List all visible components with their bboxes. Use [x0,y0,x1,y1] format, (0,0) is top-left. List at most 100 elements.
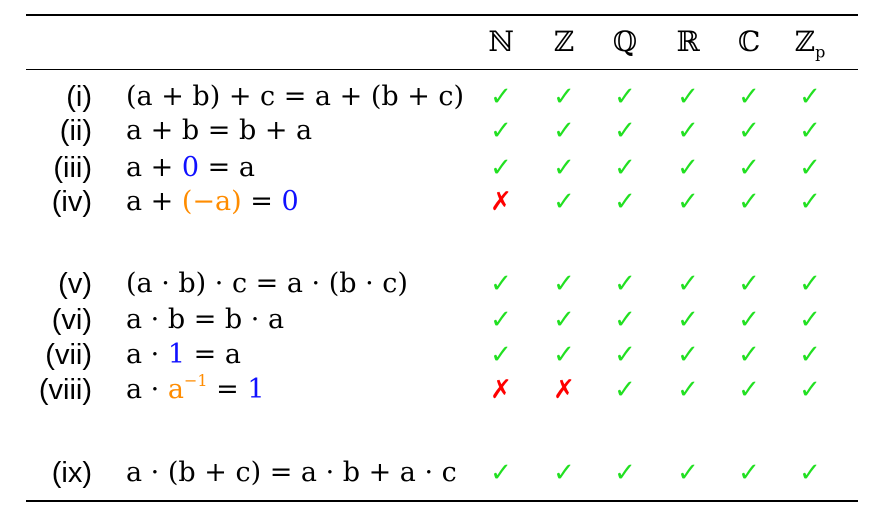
formula-text: a + [126,186,182,217]
formula-segment: a · b = b · a [126,304,284,335]
column-header-symbol: ℕ [488,25,514,58]
check-mark-icon: ✓ [738,340,760,370]
property-label: (vii) [45,339,92,371]
check-mark-icon: ✓ [799,375,821,405]
cross-mark-icon: ✗ [490,375,512,405]
check-mark-icon: ✓ [799,305,821,335]
formula-segment: (−a) [182,186,242,217]
table-row: (v) (a · b) · c = a · (b · c) ✓ ✓ ✓ ✓ ✓ ✓ [0,264,882,304]
table-row: (ii) a + b = b + a ✓ ✓ ✓ ✓ ✓ ✓ [0,111,882,151]
formula-text: = [207,374,248,405]
formula-text: (−a) [181,186,242,217]
table-row: (iv) a + (−a) = 0 ✗ ✓ ✓ ✓ ✓ ✓ [0,182,882,222]
cross-mark-icon: ✗ [553,375,575,405]
check-mark-icon: ✓ [738,187,760,217]
check-mark-icon: ✓ [614,375,636,405]
table-row: (vi) a · b = b · a ✓ ✓ ✓ ✓ ✓ ✓ [0,300,882,340]
property-formula: (a · b) · c = a · (b · c) [126,264,408,304]
column-header-complex: ℂ [724,22,774,62]
column-header-rationals: ℚ [600,22,650,62]
check-mark-icon: ✓ [553,340,575,370]
formula-segment: a + [126,186,182,217]
formula-segment: = a [199,152,255,183]
check-mark-icon: ✓ [614,458,636,488]
formula-segment: 0 [182,152,199,183]
column-header-integers: ℤ [539,22,589,62]
formula-text: a + b = b + a [126,115,313,146]
formula-text: 1 [247,374,265,405]
column-header-reals: ℝ [663,22,713,62]
property-label: (iv) [51,186,92,218]
column-header-symbol: ℂ [737,25,761,58]
column-header-naturals: ℕ [476,22,526,62]
formula-segment: a · [126,374,168,405]
check-mark-icon: ✓ [738,269,760,299]
check-mark-icon: ✓ [553,305,575,335]
formula-segment: a · (b + c) = a · b + a · c [126,457,457,488]
formula-segment: a−1 [167,371,208,406]
check-mark-icon: ✓ [614,305,636,335]
formula-segment: (a · b) · c = a · (b · c) [126,268,408,299]
formula-text: a · [126,339,168,370]
property-label: (v) [58,268,92,300]
property-label: (ix) [51,457,92,489]
formula-text: = a [199,152,255,183]
property-label: (viii) [38,374,92,406]
formula-superscript: −1 [183,371,208,390]
check-mark-icon: ✓ [677,458,699,488]
formula-segment: a · [126,339,168,370]
formula-text: = a [185,339,241,370]
check-mark-icon: ✓ [614,340,636,370]
check-mark-icon: ✓ [738,305,760,335]
table-row: (ix) a · (b + c) = a · b + a · c ✓ ✓ ✓ ✓ ✓ ✓ [0,453,882,493]
property-label: (vi) [51,304,92,336]
formula-segment: 0 [281,186,298,217]
table-row: (vii) a · 1 = a ✓ ✓ ✓ ✓ ✓ ✓ [0,335,882,375]
check-mark-icon: ✓ [677,305,699,335]
formula-text: = [241,186,282,217]
column-header-symbol: ℤ [553,25,575,58]
formula-text: a + [126,152,182,183]
formula-text: a · [126,374,168,405]
header-rule [26,69,858,70]
check-mark-icon: ✓ [799,116,821,146]
check-mark-icon: ✓ [490,269,512,299]
check-mark-icon: ✓ [677,340,699,370]
formula-text: (a · b) · c = a · (b · c) [126,268,408,299]
column-header-subscript: p [815,42,826,62]
formula-segment: (a + b) + c = a + (b + c) [126,81,464,112]
check-mark-icon: ✓ [614,116,636,146]
property-formula: a + (−a) = 0 [126,182,299,222]
formula-segment: = [208,374,248,405]
formula-segment: 1 [168,339,185,370]
check-mark-icon: ✓ [677,116,699,146]
check-mark-icon: ✓ [553,269,575,299]
column-header-symbol: ℝ [676,25,700,58]
check-mark-icon: ✓ [677,187,699,217]
column-header-symbol: ℤ [794,25,816,58]
check-mark-icon: ✓ [738,375,760,405]
check-mark-icon: ✓ [677,269,699,299]
check-mark-icon: ✓ [614,269,636,299]
property-formula: a · 1 = a [126,335,241,375]
formula-text: a [167,374,184,405]
check-mark-icon: ✓ [490,340,512,370]
check-mark-icon: ✓ [553,458,575,488]
bottom-rule [26,500,858,502]
check-mark-icon: ✓ [799,187,821,217]
formula-segment: = [242,186,282,217]
check-mark-icon: ✓ [738,116,760,146]
check-mark-icon: ✓ [799,340,821,370]
formula-segment: 1 [247,374,264,405]
check-mark-icon: ✓ [614,187,636,217]
formula-text: a · (b + c) = a · b + a · c [126,457,457,488]
cross-mark-icon: ✗ [490,187,512,217]
check-mark-icon: ✓ [490,458,512,488]
property-formula: a + b = b + a [126,111,312,151]
formula-text: 0 [281,186,299,217]
check-mark-icon: ✓ [738,458,760,488]
property-label: (ii) [59,115,92,147]
check-mark-icon: ✓ [490,116,512,146]
check-mark-icon: ✓ [553,116,575,146]
check-mark-icon: ✓ [799,458,821,488]
